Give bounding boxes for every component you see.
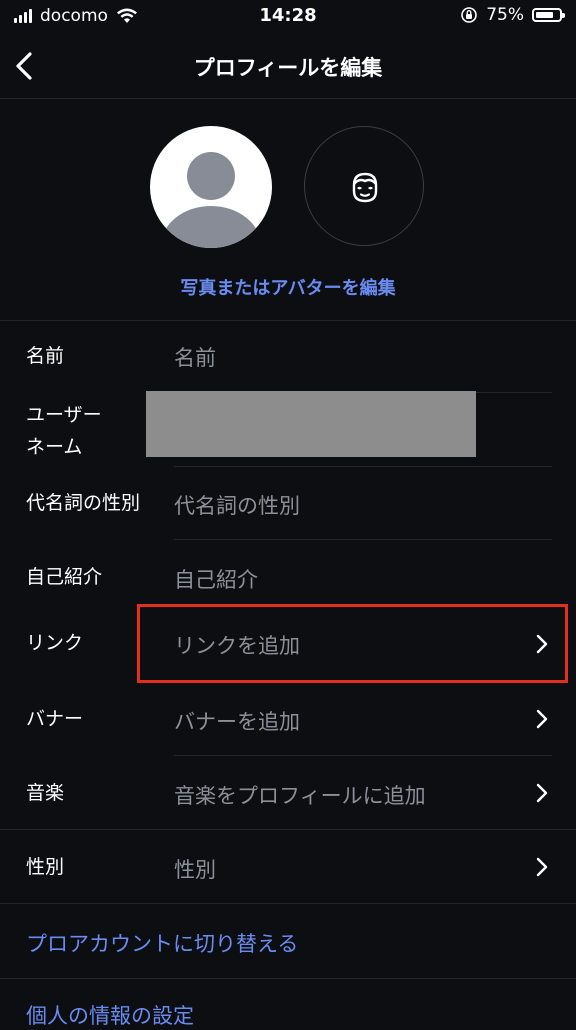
banner-row[interactable]: バナー バナーを追加	[0, 682, 576, 756]
links-label: リンク	[26, 632, 84, 654]
bio-label: 自己紹介	[26, 566, 103, 588]
name-row[interactable]: 名前 名前	[0, 320, 576, 392]
chevron-right-icon	[536, 857, 548, 877]
chevron-right-icon	[536, 709, 548, 729]
rotation-lock-icon	[461, 7, 478, 23]
name-input[interactable]: 名前	[174, 342, 216, 372]
bio-row[interactable]: 自己紹介 自己紹介	[0, 540, 576, 614]
avatar-button[interactable]	[304, 126, 424, 246]
username-input-redacted[interactable]	[146, 391, 476, 457]
music-row[interactable]: 音楽 音楽をプロフィールに追加	[0, 756, 576, 830]
gender-label: 性別	[26, 856, 65, 878]
avatar-face-icon	[352, 172, 378, 203]
edit-photo-link[interactable]: 写真またはアバターを編集	[0, 274, 576, 300]
highlight-box	[137, 604, 568, 683]
username-label-line2: ネーム	[26, 436, 83, 458]
page-title: プロフィールを編集	[193, 56, 383, 80]
pronouns-input[interactable]: 代名詞の性別	[174, 490, 300, 520]
music-label: 音楽	[26, 782, 65, 804]
pro-account-row[interactable]: プロアカウントに切り替える	[0, 904, 576, 980]
bio-input[interactable]: 自己紹介	[174, 564, 258, 594]
default-avatar-icon	[187, 152, 235, 200]
profile-photo[interactable]	[150, 126, 272, 248]
banner-value[interactable]: バナーを追加	[174, 706, 300, 736]
pronouns-label: 代名詞の性別	[26, 492, 141, 514]
default-avatar-body	[161, 206, 261, 248]
battery-percent: 75%	[486, 5, 524, 25]
music-value[interactable]: 音楽をプロフィールに追加	[174, 780, 426, 810]
personal-info-settings-link[interactable]: 個人の情報の設定	[26, 1000, 194, 1030]
personal-info-row[interactable]: 個人の情報の設定	[0, 980, 576, 1028]
gender-value[interactable]: 性別	[174, 854, 216, 884]
chevron-right-icon	[536, 783, 548, 803]
gender-row[interactable]: 性別 性別	[0, 830, 576, 904]
divider	[0, 978, 576, 979]
battery-icon	[532, 8, 565, 22]
switch-pro-account-link[interactable]: プロアカウントに切り替える	[26, 928, 298, 958]
banner-label: バナー	[26, 708, 84, 730]
nav-bar: プロフィールを編集	[0, 34, 576, 99]
avatar-section: 写真またはアバターを編集	[0, 98, 576, 321]
status-bar: docomo 14:28 75%	[0, 0, 576, 34]
status-right: 75%	[460, 5, 565, 25]
pronouns-row[interactable]: 代名詞の性別 代名詞の性別	[0, 466, 576, 540]
name-label: 名前	[26, 345, 65, 367]
